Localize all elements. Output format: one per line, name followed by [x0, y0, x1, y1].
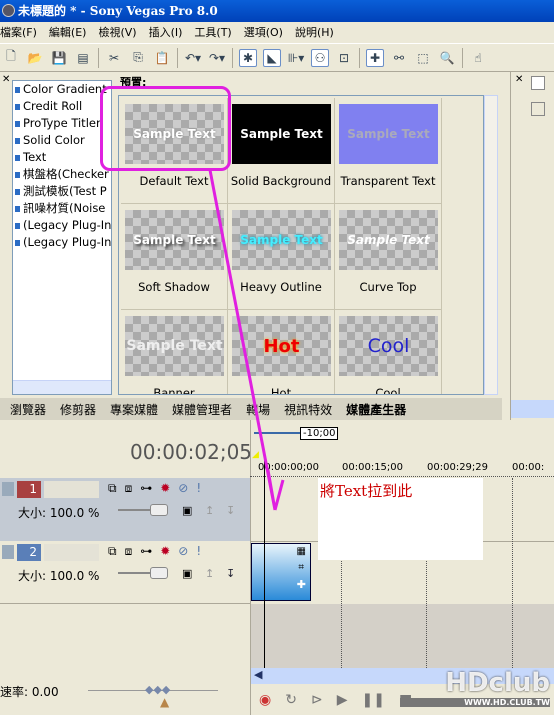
drag-arrow-annotation — [208, 169, 285, 511]
